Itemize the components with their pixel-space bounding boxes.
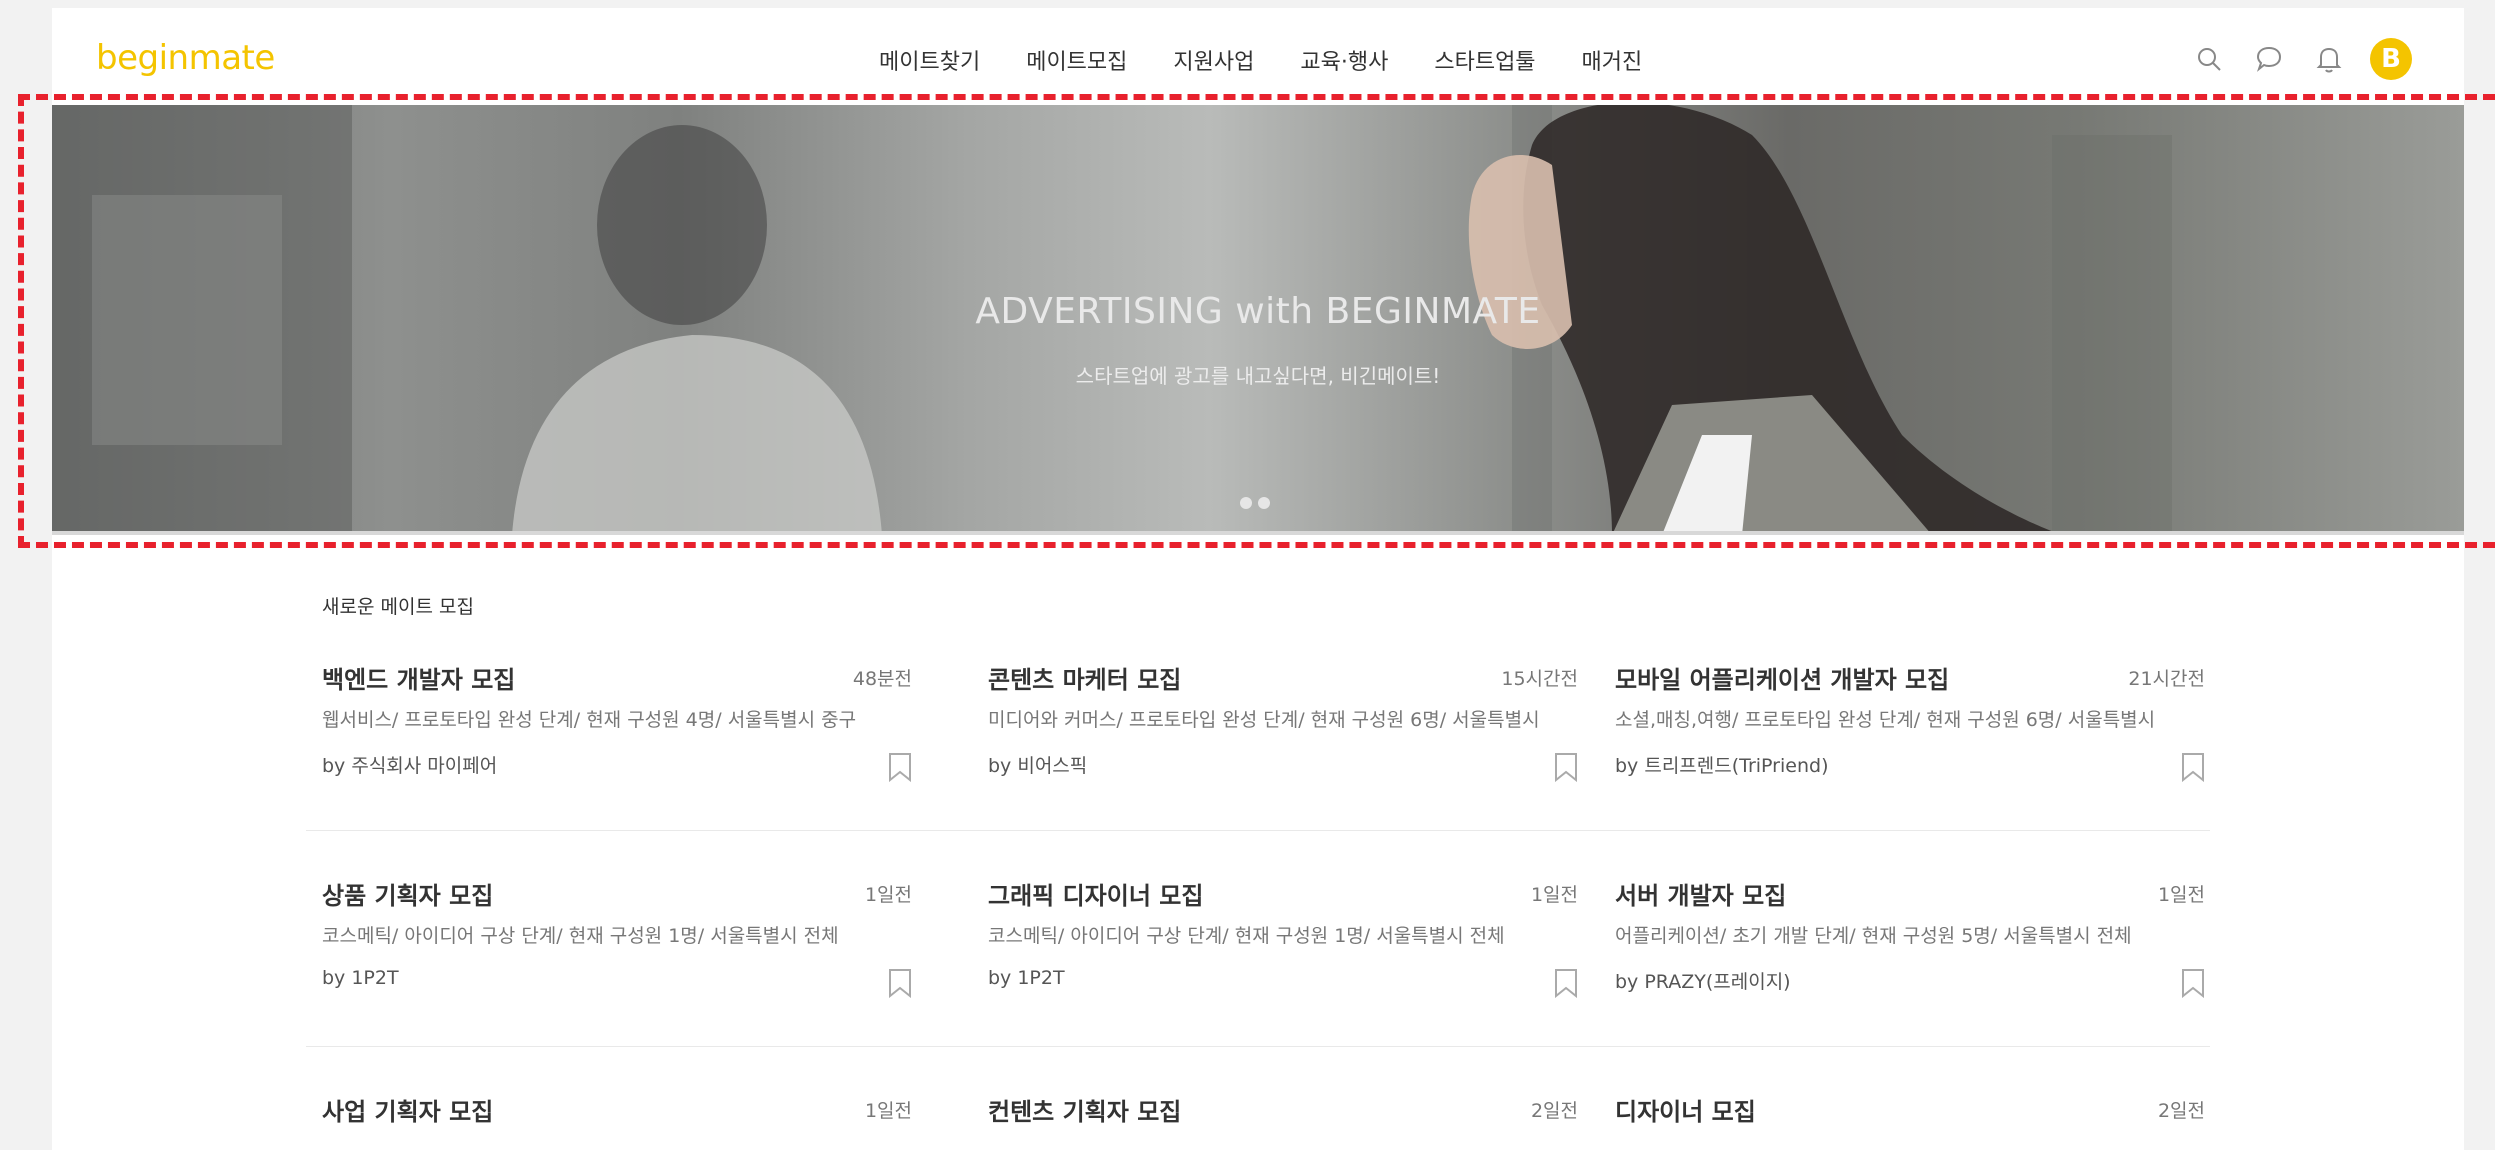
recruit-card[interactable]: 서버 개발자 모집 1일전 어플리케이션/ 초기 개발 단계/ 현재 구성원 5… <box>1615 876 2205 1016</box>
recruit-card[interactable]: 디자이너 모집 2일전 <box>1615 1092 2205 1150</box>
avatar[interactable]: B <box>2370 38 2412 80</box>
nav-item-recruit-mate[interactable]: 메이트모집 <box>1026 44 1127 76</box>
card-author: by PRAZY(프레이지) <box>1615 971 1791 993</box>
card-title[interactable]: 모바일 어플리케이션 개발자 모집 <box>1615 660 1949 695</box>
bookmark-icon[interactable] <box>888 752 912 783</box>
bookmark-icon[interactable] <box>1554 968 1578 999</box>
recruit-card[interactable]: 컨텐츠 기획자 모집 2일전 <box>988 1092 1578 1150</box>
card-time: 21시간전 <box>2128 668 2205 690</box>
recruit-card[interactable]: 상품 기획자 모집 1일전 코스메틱/ 아이디어 구상 단계/ 현재 구성원 1… <box>322 876 912 1016</box>
nav-item-education[interactable]: 교육·행사 <box>1300 44 1388 76</box>
bookmark-icon[interactable] <box>2181 752 2205 783</box>
recruit-card[interactable]: 모바일 어플리케이션 개발자 모집 21시간전 소셜,매칭,여행/ 프로토타입 … <box>1615 660 2205 800</box>
card-author: by 주식회사 마이페어 <box>322 755 498 777</box>
bookmark-icon[interactable] <box>1554 752 1578 783</box>
header-icons: B <box>2190 38 2412 80</box>
card-title[interactable]: 서버 개발자 모집 <box>1615 876 1786 911</box>
card-time: 2일전 <box>2157 1100 2205 1122</box>
chat-icon[interactable] <box>2250 40 2288 78</box>
card-time: 15시간전 <box>1501 668 1578 690</box>
card-description: 소셜,매칭,여행/ 프로토타입 완성 단계/ 현재 구성원 6명/ 서울특별시 <box>1615 709 2156 731</box>
nav-item-startup-tools[interactable]: 스타트업툴 <box>1434 44 1535 76</box>
card-time: 1일전 <box>1530 884 1578 906</box>
recruit-card[interactable]: 백엔드 개발자 모집 48분전 웹서비스/ 프로토타입 완성 단계/ 현재 구성… <box>322 660 912 800</box>
card-title[interactable]: 그래픽 디자이너 모집 <box>988 876 1203 911</box>
row-divider <box>306 1046 2210 1047</box>
card-author: by 1P2T <box>322 967 399 989</box>
card-author: by 비어스픽 <box>988 755 1088 777</box>
bookmark-icon[interactable] <box>2181 968 2205 999</box>
nav-item-magazine[interactable]: 매거진 <box>1582 44 1643 76</box>
card-title[interactable]: 컨텐츠 기획자 모집 <box>988 1092 1181 1127</box>
card-time: 2일전 <box>1530 1100 1578 1122</box>
site-header: beginmate 메이트찾기 메이트모집 지원사업 교육·행사 스타트업툴 매… <box>52 8 2464 104</box>
card-title[interactable]: 상품 기획자 모집 <box>322 876 493 911</box>
section-title: 새로운 메이트 모집 <box>322 596 474 618</box>
card-title[interactable]: 백엔드 개발자 모집 <box>322 660 515 695</box>
recruit-card[interactable]: 사업 기획자 모집 1일전 <box>322 1092 912 1150</box>
card-description: 코스메틱/ 아이디어 구상 단계/ 현재 구성원 1명/ 서울특별시 전체 <box>322 925 839 947</box>
recruit-card[interactable]: 그래픽 디자이너 모집 1일전 코스메틱/ 아이디어 구상 단계/ 현재 구성원… <box>988 876 1578 1016</box>
card-author: by 1P2T <box>988 967 1065 989</box>
card-description: 미디어와 커머스/ 프로토타입 완성 단계/ 현재 구성원 6명/ 서울특별시 <box>988 709 1540 731</box>
bell-icon[interactable] <box>2310 40 2348 78</box>
card-title[interactable]: 디자이너 모집 <box>1615 1092 1756 1127</box>
recruit-card[interactable]: 콘텐츠 마케터 모집 15시간전 미디어와 커머스/ 프로토타입 완성 단계/ … <box>988 660 1578 800</box>
main-nav: 메이트찾기 메이트모집 지원사업 교육·행사 스타트업툴 매거진 <box>879 44 1688 76</box>
card-time: 48분전 <box>852 668 912 690</box>
card-description: 웹서비스/ 프로토타입 완성 단계/ 현재 구성원 4명/ 서울특별시 중구 <box>322 709 857 731</box>
annotation-highlight-box <box>18 94 2495 548</box>
nav-item-find-mate[interactable]: 메이트찾기 <box>879 44 980 76</box>
card-time: 1일전 <box>864 884 912 906</box>
card-author: by 트리프렌드(TriPriend) <box>1615 755 1829 777</box>
card-time: 1일전 <box>2157 884 2205 906</box>
card-description: 어플리케이션/ 초기 개발 단계/ 현재 구성원 5명/ 서울특별시 전체 <box>1615 925 2132 947</box>
card-description: 코스메틱/ 아이디어 구상 단계/ 현재 구성원 1명/ 서울특별시 전체 <box>988 925 1505 947</box>
card-title[interactable]: 사업 기획자 모집 <box>322 1092 493 1127</box>
row-divider <box>306 830 2210 831</box>
bookmark-icon[interactable] <box>888 968 912 999</box>
card-title[interactable]: 콘텐츠 마케터 모집 <box>988 660 1181 695</box>
logo[interactable]: beginmate <box>96 38 275 78</box>
nav-item-support[interactable]: 지원사업 <box>1173 44 1254 76</box>
search-icon[interactable] <box>2190 40 2228 78</box>
card-time: 1일전 <box>864 1100 912 1122</box>
